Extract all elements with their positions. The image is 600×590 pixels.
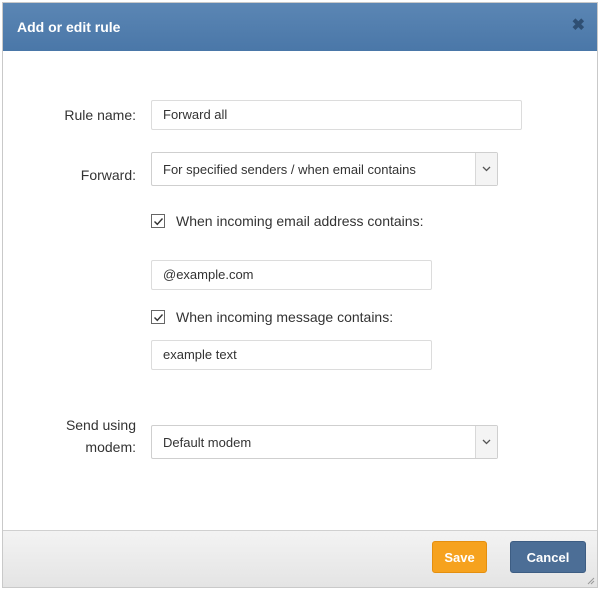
message-check-row[interactable]: When incoming message contains: [151, 309, 451, 328]
rule-name-label: Rule name: [64, 107, 136, 123]
email-address-check-row[interactable]: When incoming email address contains: [151, 213, 451, 232]
checkmark-icon [154, 218, 164, 226]
modem-label-line1: Send using [65, 417, 136, 433]
forward-select[interactable]: For specified senders / when email conta… [151, 152, 498, 186]
forward-label: Forward: [80, 167, 136, 183]
save-button[interactable]: Save [432, 541, 487, 573]
modem-select[interactable]: Default modem [151, 425, 498, 459]
message-check-label: When incoming message contains: [176, 309, 394, 325]
dialog-title: Add or edit rule [17, 19, 121, 35]
close-icon[interactable]: ✖ [572, 17, 585, 35]
rule-name-input[interactable]: Forward all [151, 100, 522, 130]
add-edit-rule-dialog: Add or edit rule ✖ Rule name: Forward al… [2, 2, 598, 588]
dialog-footer: Save Cancel [3, 530, 597, 587]
message-checkbox[interactable] [151, 310, 165, 324]
forward-select-toggle[interactable] [475, 153, 497, 185]
dialog-titlebar: Add or edit rule ✖ [3, 3, 597, 51]
modem-select-toggle[interactable] [475, 426, 497, 458]
forward-select-value: For specified senders / when email conta… [163, 162, 416, 177]
chevron-down-icon [482, 166, 491, 172]
email-address-check-label: When incoming email address contains: [176, 213, 424, 229]
resize-grip-icon[interactable] [585, 575, 595, 585]
email-address-checkbox[interactable] [151, 214, 165, 228]
modem-select-value: Default modem [163, 435, 252, 450]
cancel-button[interactable]: Cancel [510, 541, 586, 573]
checkmark-icon [154, 314, 164, 322]
message-input[interactable]: example text [151, 340, 432, 370]
chevron-down-icon [482, 439, 491, 445]
modem-label-line2: modem: [85, 439, 136, 455]
email-address-input[interactable]: @example.com [151, 260, 432, 290]
